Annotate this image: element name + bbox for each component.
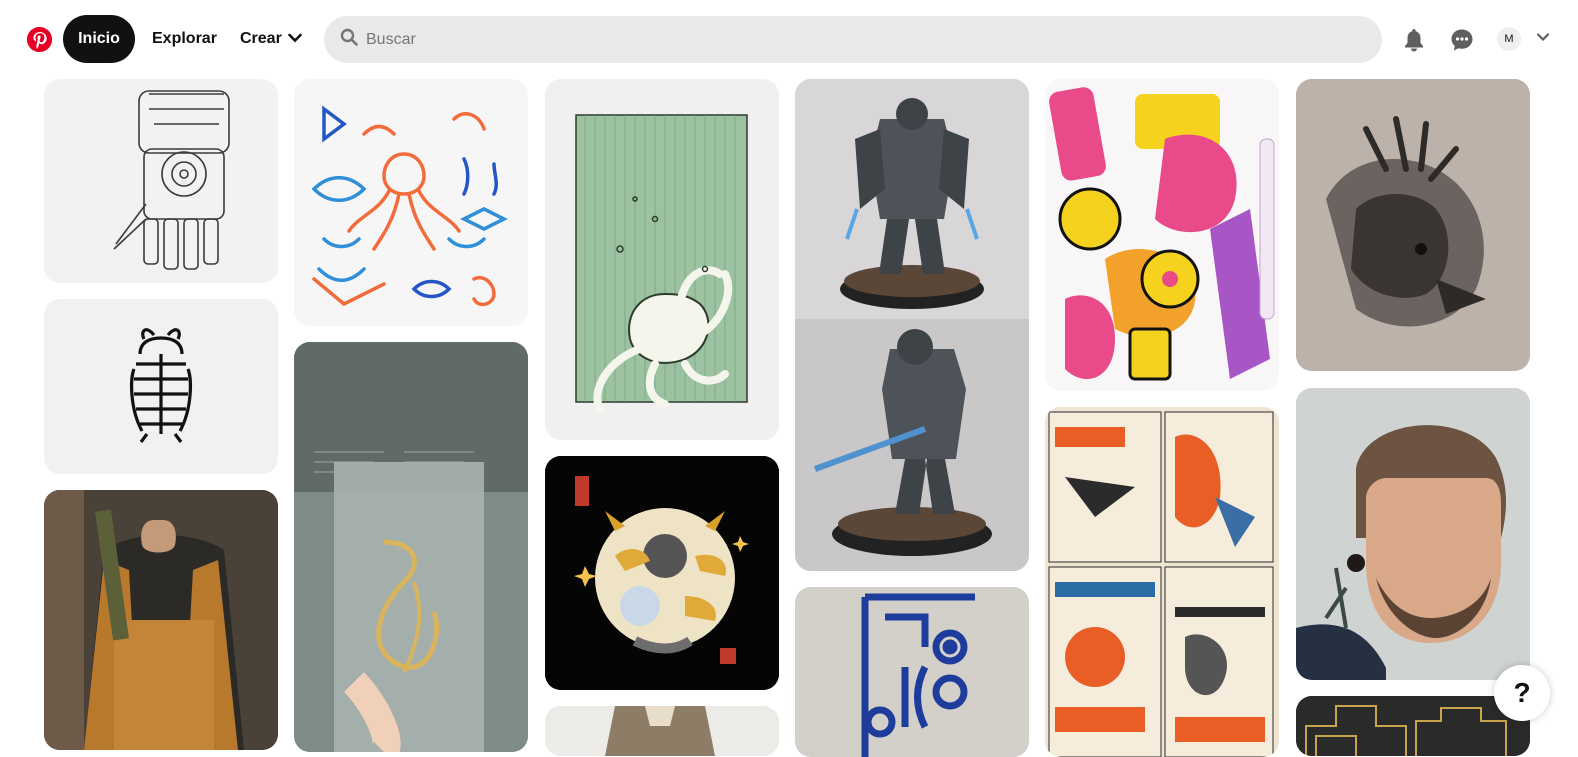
pin-blue-folk-pattern[interactable]	[795, 587, 1029, 757]
search-icon	[340, 28, 358, 51]
pin-overalls-fashion[interactable]	[44, 490, 278, 750]
pin-graffiti-doodle-art[interactable]	[1045, 79, 1279, 391]
pin-eagle-chest-tattoo[interactable]	[1296, 79, 1530, 371]
pin-jacket-fashion[interactable]	[545, 706, 779, 756]
search-bar[interactable]	[324, 16, 1382, 63]
pin-robot-hand-sketch[interactable]	[44, 79, 278, 283]
user-avatar[interactable]: M	[1497, 27, 1521, 51]
nav-home-button[interactable]: Inicio	[63, 15, 135, 63]
pin-sea-creatures-line-art[interactable]	[294, 79, 528, 326]
pin-space-marine-miniature[interactable]	[795, 79, 1029, 571]
top-header: Inicio Explorar Crear M	[0, 0, 1578, 78]
pin-octopus-engraving[interactable]	[545, 79, 779, 440]
account-chevron-down-icon[interactable]	[1536, 30, 1550, 48]
nav-create-button[interactable]: Crear	[240, 15, 302, 63]
pin-art-deco-pattern[interactable]	[1296, 696, 1530, 756]
help-button[interactable]: ?	[1494, 665, 1550, 721]
nav-explore-button[interactable]: Explorar	[148, 15, 221, 63]
notifications-bell-icon[interactable]	[1398, 24, 1430, 56]
pin-table-number-sign[interactable]	[294, 342, 528, 752]
pin-mens-haircut[interactable]	[1296, 388, 1530, 680]
pin-kaiju-illustration[interactable]	[545, 456, 779, 690]
pinterest-logo-icon[interactable]	[27, 27, 52, 52]
chevron-down-icon	[288, 30, 302, 48]
messages-icon[interactable]	[1446, 24, 1478, 56]
search-input[interactable]	[366, 30, 1266, 49]
nav-create-label: Crear	[240, 30, 282, 47]
pin-japanese-retro-posters[interactable]	[1045, 407, 1279, 757]
pin-beetle-line-logo[interactable]	[44, 299, 278, 474]
